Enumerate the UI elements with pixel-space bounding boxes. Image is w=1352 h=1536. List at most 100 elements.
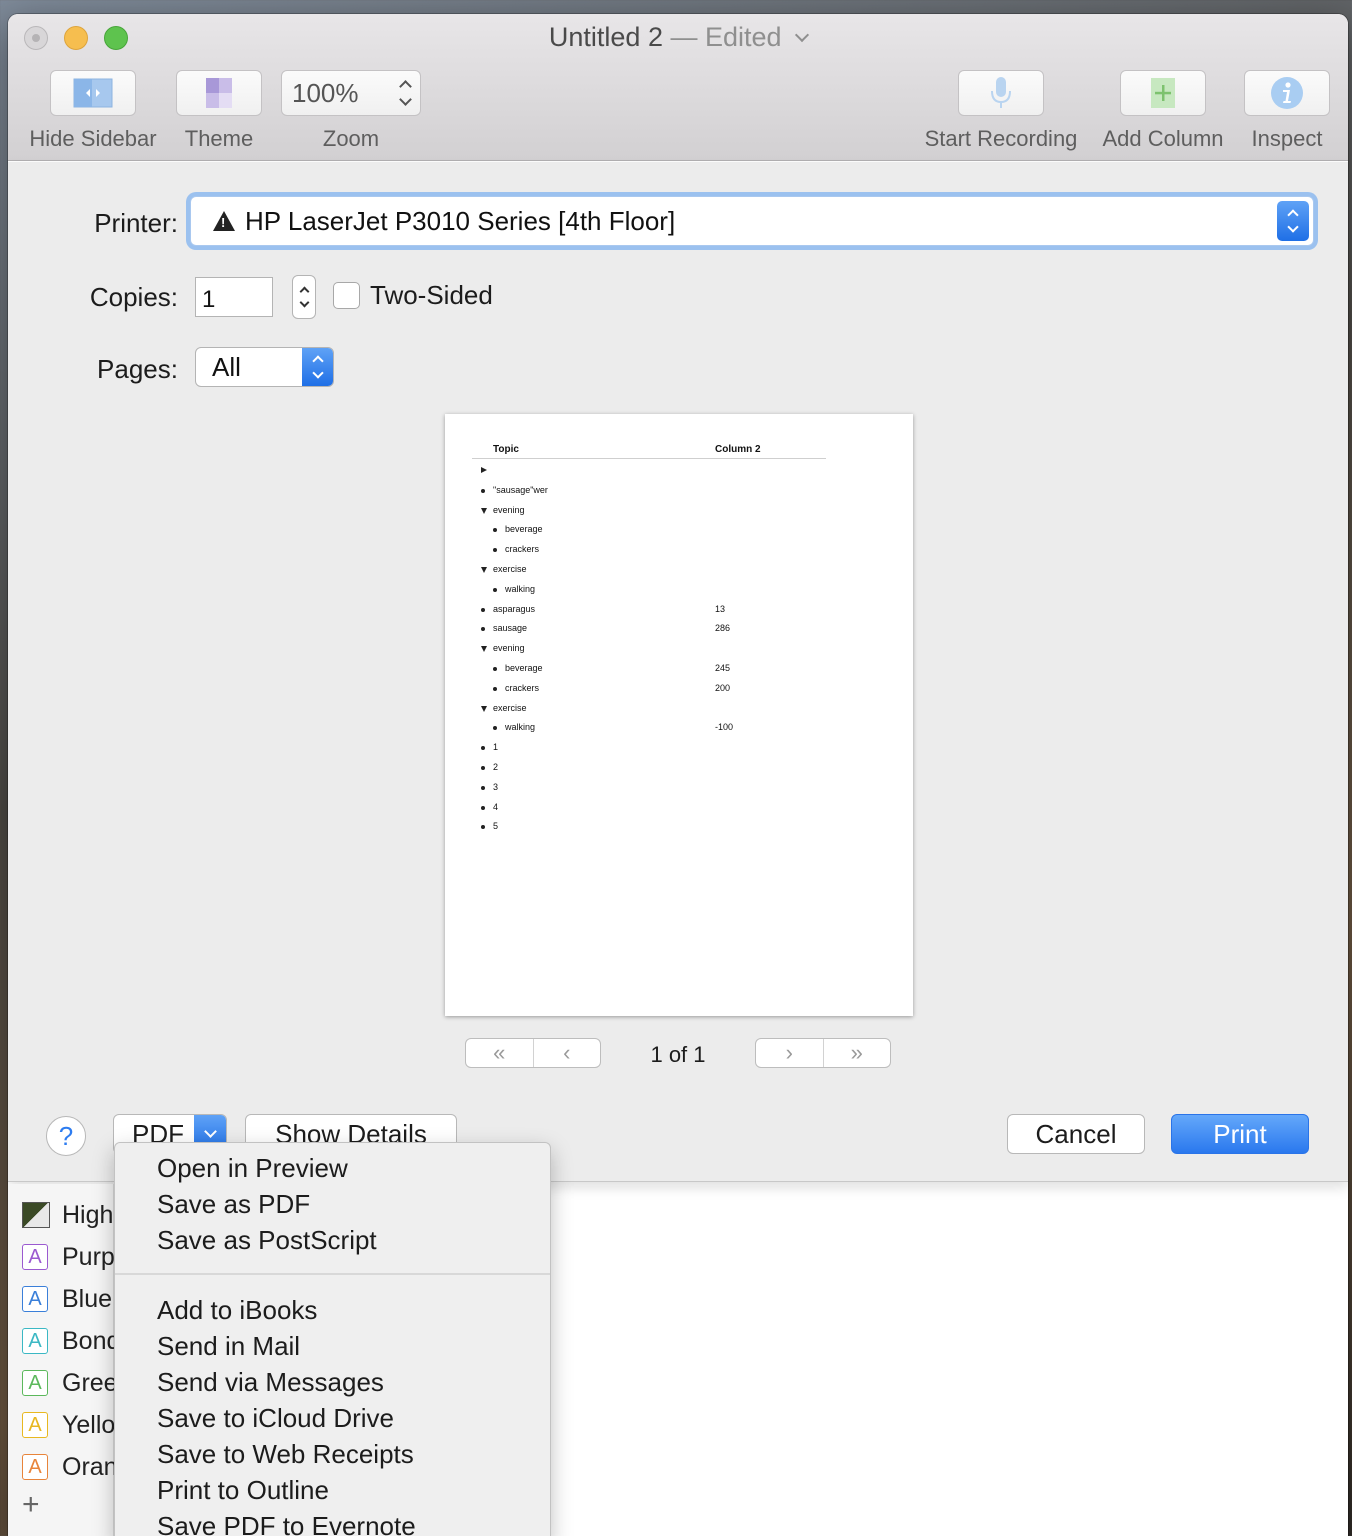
warning-icon [213,211,235,231]
bullet-icon [481,805,485,810]
select-arrows-icon[interactable] [1277,201,1309,241]
preview-topic: walking [505,583,536,594]
preview-topic: walking [505,722,536,733]
theme-list-item[interactable]: High [22,1201,113,1229]
preview-topic: evening [493,504,525,515]
two-sided-label[interactable]: Two-Sided [370,280,493,311]
pages-label: Pages: [97,354,178,384]
pdf-menu-item[interactable]: Add to iBooks [157,1295,317,1326]
theme-list-label: High [62,1200,114,1229]
start-recording-tool[interactable]: Start Recording [914,70,1088,152]
bullet-icon [493,548,497,553]
theme-list-item[interactable]: A Purp [22,1243,115,1271]
theme-list-label: Gree [62,1368,118,1397]
pager-back: « ‹ [465,1038,601,1068]
add-column-button[interactable] [1120,70,1206,116]
bullet-icon [481,607,485,612]
preview-topic: 2 [493,762,499,772]
preview-row: evening [445,505,913,521]
hide-sidebar-tool[interactable]: Hide Sidebar [18,70,168,152]
preview-row: 2 [445,762,913,778]
theme-list-item[interactable]: A Yello [22,1411,115,1439]
pager-forward: › » [755,1038,891,1068]
preview-value: 200 [715,682,731,693]
pdf-menu-item[interactable]: Save as PDF [157,1189,310,1220]
preview-value: 245 [715,663,731,673]
inspect-tool[interactable]: Inspect [1244,70,1330,152]
preview-topic: exercise [493,564,527,574]
preview-row: walking [445,584,913,600]
preview-row: beverage 245 [445,663,913,679]
copies-field[interactable]: 1 [195,277,273,317]
pdf-menu-item[interactable]: Send via Messages [157,1367,384,1398]
hide-sidebar-button[interactable] [50,70,136,116]
bullet-icon [481,488,485,493]
print-sheet: Printer: HP LaserJet P3010 Series [4th F… [8,162,1348,1182]
add-icon[interactable]: + [22,1488,40,1522]
pages-select[interactable]: All [195,347,334,387]
cancel-button[interactable]: Cancel [1007,1114,1145,1154]
theme-list-item[interactable]: A Gree [22,1369,118,1397]
select-arrows-icon[interactable] [302,348,333,386]
pdf-menu: Open in Preview Save as PDF Save as PostSc… [114,1142,551,1536]
menu-separator [115,1273,550,1275]
disclosure-open-icon [481,646,487,653]
first-page-button[interactable]: « [466,1039,533,1067]
pdf-menu-item[interactable]: Send in Mail [157,1331,300,1362]
pdf-menu-item[interactable]: Save to Web Receipts [157,1439,414,1470]
pdf-menu-item[interactable]: Save PDF to Evernote [157,1511,416,1536]
theme-list-item[interactable]: A Bond [22,1327,120,1355]
print-button[interactable]: Print [1171,1114,1309,1154]
theme-list-item[interactable]: A Oran [22,1453,118,1481]
style-letter-icon: A [22,1286,48,1312]
window-title[interactable]: Untitled 2 — Edited [8,22,1348,53]
preview-topic: 1 [493,742,499,753]
theme-sidebar: High A Purp A Blue A Bond A Gree A Yello A Oran [8,1184,120,1536]
theme-list-item[interactable]: A Blue [22,1285,112,1313]
preview-topic: evening [493,643,525,654]
style-letter-icon: A [22,1412,48,1438]
add-column-tool[interactable]: Add Column [1098,70,1228,152]
page-count: 1 of 1 [650,1042,706,1067]
help-button[interactable]: ? [46,1116,86,1156]
theme-list-label: Blue [62,1284,113,1313]
preview-row: evening [445,643,913,659]
next-page-button[interactable]: › [756,1039,823,1067]
pdf-menu-item[interactable]: Print to Outline [157,1475,329,1506]
preview-topic: 4 [493,801,499,812]
preview-topic: beverage [505,663,543,673]
edited-status: Edited [705,22,782,52]
pdf-menu-item[interactable]: Save as PostScript [157,1225,377,1256]
printer-name: HP LaserJet P3010 Series [4th Floor] [245,205,676,236]
preview-row: exercise [445,703,913,719]
printer-label: Printer: [94,208,178,238]
zoom-tool[interactable]: 100% Zoom [281,70,421,152]
start-recording-button[interactable] [958,70,1044,116]
sidebar-icon [73,78,113,108]
printer-select[interactable]: HP LaserJet P3010 Series [4th Floor] [190,196,1314,246]
chevron-down-icon[interactable] [795,27,810,43]
preview-column-2: Column 2 [715,444,761,455]
inspect-button[interactable] [1244,70,1330,116]
preview-topic: crackers [505,544,540,555]
bullet-icon [493,686,497,691]
previous-page-button[interactable]: ‹ [532,1039,601,1067]
copies-stepper[interactable] [292,275,316,319]
preview-topic: "sausage"wer [493,484,548,495]
disclosure-open-icon [481,567,487,573]
theme-button[interactable] [176,70,262,116]
two-sided-checkbox[interactable] [333,282,360,309]
zoom-stepper[interactable]: 100% [281,70,421,116]
highlight-swatch-icon [22,1202,50,1228]
pdf-menu-item[interactable]: Save to iCloud Drive [157,1403,394,1434]
preview-row: 5 [445,821,913,837]
last-page-button[interactable]: » [822,1039,891,1067]
title-bar: Untitled 2 — Edited Hide Sidebar Theme 1… [8,14,1348,161]
add-column-label: Add Column [1102,126,1224,151]
preview-row [445,465,913,481]
theme-tool[interactable]: Theme [176,70,262,152]
pdf-menu-item[interactable]: Open in Preview [157,1153,348,1184]
up-down-arrows-icon[interactable] [399,80,412,106]
style-letter-icon: A [22,1244,48,1270]
page-preview: Topic Column 2 "sausage"wer evening bevera… [445,414,913,1016]
